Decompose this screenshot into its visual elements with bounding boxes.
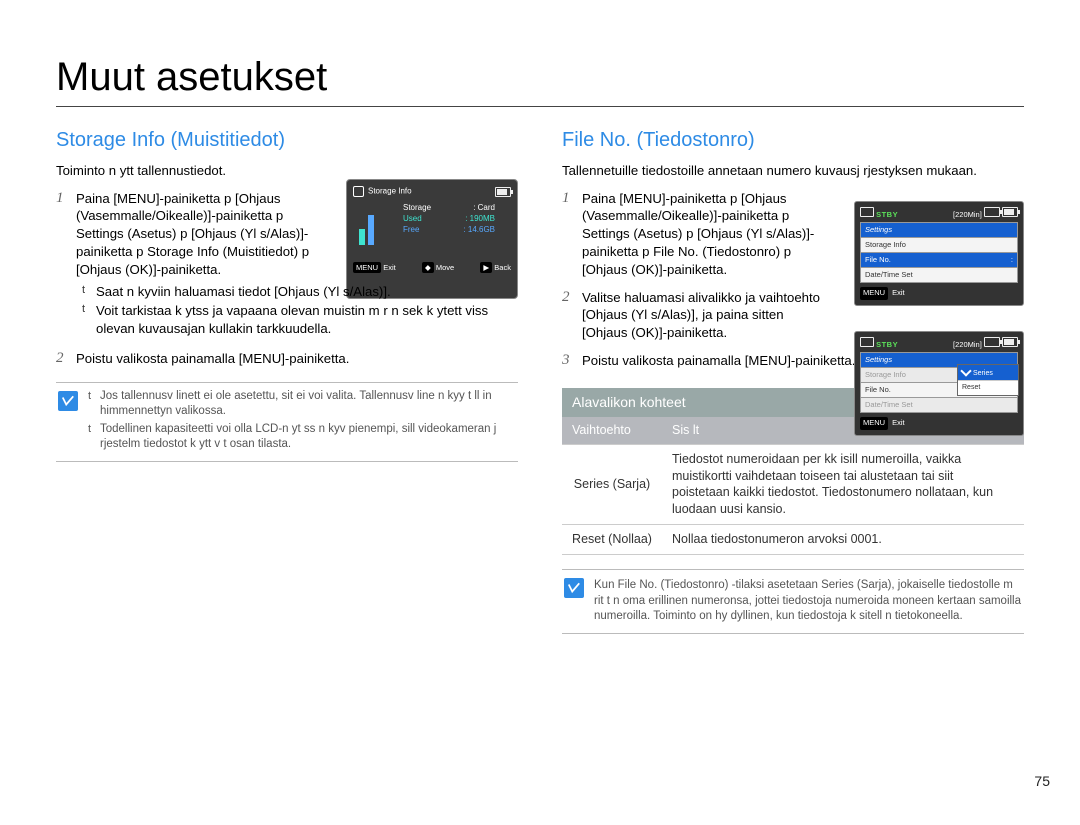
gear-icon bbox=[353, 186, 364, 197]
right-step-1-text: Paina [MENU]-painiketta p [Ohjaus (Vasem… bbox=[582, 190, 827, 279]
menu-tag: MENU bbox=[860, 287, 888, 299]
file-no-screenshot-1: STBY [220Min] Settings Storage Info File… bbox=[854, 201, 1024, 306]
step-number: 2 bbox=[562, 289, 582, 342]
table-row: Reset (Nollaa) Nollaa tiedostonumeron ar… bbox=[562, 525, 1024, 555]
note-icon bbox=[58, 391, 78, 411]
right-step-2-text: Valitse haluamasi alivalikko ja vaihtoeh… bbox=[582, 289, 827, 342]
mins-label: [220Min] bbox=[953, 340, 982, 349]
step-number: 1 bbox=[56, 190, 76, 341]
submenu-series: Series bbox=[973, 370, 993, 377]
step-number: 2 bbox=[56, 350, 76, 368]
camera-icon bbox=[860, 207, 874, 217]
menu-item-selected: File No.: bbox=[860, 252, 1018, 267]
right-column: File No. (Tiedostonro) Tallennetuille ti… bbox=[562, 121, 1024, 634]
camera-icon bbox=[860, 337, 874, 347]
check-icon bbox=[960, 365, 971, 376]
file-no-heading: File No. (Tiedostonro) bbox=[562, 127, 1024, 154]
menu-tag: MENU bbox=[353, 262, 381, 273]
battery-icon bbox=[495, 187, 511, 197]
step-2-text: Poistu valikosta painamalla [MENU]-paini… bbox=[76, 350, 518, 368]
bar-chart-icon bbox=[359, 205, 389, 245]
opt-reset: Reset (Nollaa) bbox=[562, 525, 662, 555]
storage-info-heading: Storage Info (Muistitiedot) bbox=[56, 127, 518, 154]
desc-series: Tiedostot numeroidaan per kk isill numer… bbox=[662, 444, 1024, 525]
file-no-intro: Tallennetuille tiedostoille annetaan num… bbox=[562, 162, 1024, 180]
storage-info-screenshot: Storage Info Storage : Card Used : 190MB F… bbox=[346, 179, 518, 299]
step-1-text: Paina [MENU]-painiketta p [Ohjaus (Vasem… bbox=[76, 190, 321, 279]
sd-icon bbox=[984, 207, 1000, 217]
page-title: Muut asetukset bbox=[56, 55, 1024, 107]
exit-label: Exit bbox=[383, 263, 396, 272]
col-option: Vaihtoehto bbox=[562, 417, 662, 444]
menu-item: Date/Time Set bbox=[860, 267, 1018, 283]
exit-label: Exit bbox=[892, 418, 905, 428]
storage-intro: Toiminto n ytt tallennustiedot. bbox=[56, 162, 518, 180]
right-step-3-text: Poistu valikosta painamalla [MENU]-paini… bbox=[582, 352, 862, 370]
step-number: 3 bbox=[562, 352, 582, 370]
stby-label: STBY bbox=[876, 340, 898, 349]
opt-series: Series (Sarja) bbox=[562, 444, 662, 525]
used-val: : 190MB bbox=[465, 214, 495, 225]
menu-item: Date/Time Set bbox=[860, 397, 1018, 413]
menu-tag: MENU bbox=[860, 417, 888, 429]
note-box: Jos tallennusv linett ei ole asetettu, s… bbox=[56, 382, 518, 462]
step-1-bullet: Voit tarkistaa k ytss ja vapaana olevan … bbox=[82, 302, 518, 338]
free-val: : 14.6GB bbox=[463, 225, 495, 236]
menu-item: Storage Info bbox=[860, 237, 1018, 252]
battery-icon bbox=[1002, 337, 1018, 347]
submenu-popup: Series Reset bbox=[957, 364, 1019, 396]
exit-label: Exit bbox=[892, 288, 905, 298]
move-label: Move bbox=[436, 263, 454, 272]
step-number: 1 bbox=[562, 190, 582, 279]
table-row: Series (Sarja) Tiedostot numeroidaan per… bbox=[562, 444, 1024, 525]
sd-icon bbox=[984, 337, 1000, 347]
battery-icon bbox=[1002, 207, 1018, 217]
note-box: Kun File No. (Tiedostonro) -tilaksi aset… bbox=[562, 569, 1024, 634]
options-table: Vaihtoehto Sis lt Series (Sarja) Tiedost… bbox=[562, 417, 1024, 555]
back-label: Back bbox=[494, 263, 511, 272]
move-tag: ◆ bbox=[422, 262, 434, 273]
desc-reset: Nollaa tiedostonumeron arvoksi 0001. bbox=[662, 525, 1024, 555]
note-line: Jos tallennusv linett ei ole asetettu, s… bbox=[88, 389, 516, 420]
used-key: Used bbox=[403, 214, 422, 225]
left-column: Storage Info (Muistitiedot) Toiminto n y… bbox=[56, 121, 518, 462]
step-1-bullet: Saat n kyviin haluamasi tiedot [Ohjaus (… bbox=[82, 283, 518, 301]
note-icon bbox=[564, 578, 584, 598]
submenu-reset: Reset bbox=[958, 381, 1018, 394]
mins-label: [220Min] bbox=[953, 210, 982, 219]
page-number: 75 bbox=[1034, 773, 1050, 789]
file-no-screenshot-2: STBY [220Min] Settings Storage Info File… bbox=[854, 331, 1024, 436]
stby-label: STBY bbox=[876, 210, 898, 219]
note-line: Todellinen kapasiteetti voi olla LCD-n y… bbox=[88, 422, 516, 453]
lcd-title: Storage Info bbox=[368, 186, 412, 195]
storage-val: : Card bbox=[473, 203, 495, 214]
back-tag: ▶ bbox=[480, 262, 492, 273]
note-text: Kun File No. (Tiedostonro) -tilaksi aset… bbox=[594, 578, 1022, 625]
free-key: Free bbox=[403, 225, 419, 236]
storage-key: Storage bbox=[403, 203, 431, 214]
menu-head: Settings bbox=[860, 222, 1018, 237]
